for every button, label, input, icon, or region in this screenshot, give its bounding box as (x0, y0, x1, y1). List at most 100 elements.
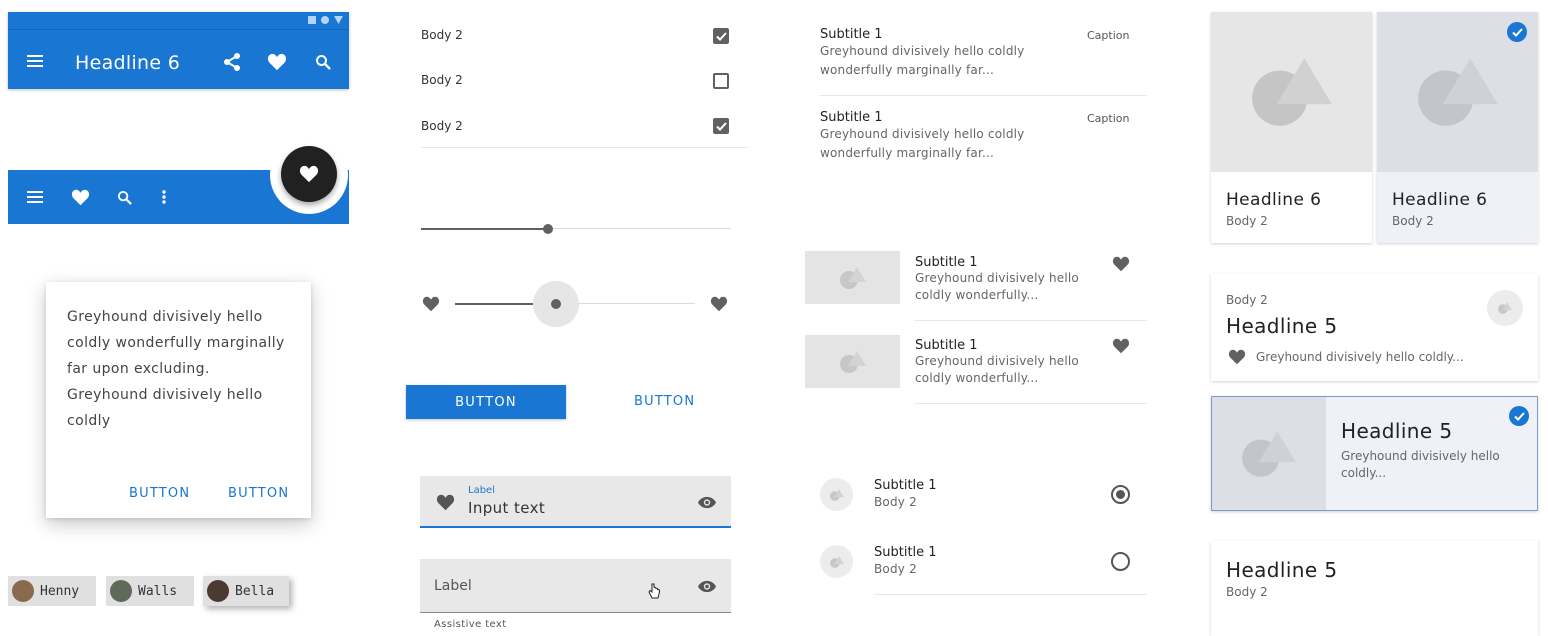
divider (820, 95, 1147, 96)
image-card-selected[interactable]: Headline 6 Body 2 (1377, 12, 1538, 243)
list-item-caption: Caption (1087, 112, 1130, 125)
divider (421, 147, 748, 148)
list-item-body: Greyhound divisively hello coldly wonder… (820, 44, 1025, 77)
heart-icon[interactable] (264, 50, 290, 74)
fab-button[interactable] (281, 146, 337, 202)
slider-fill (421, 228, 548, 230)
search-icon[interactable] (113, 186, 135, 208)
image-card[interactable]: Headline 6 Body 2 (1211, 12, 1372, 243)
chip-bella[interactable]: Bella (203, 576, 289, 606)
shapes-icon (839, 350, 866, 373)
shapes-icon (829, 555, 844, 568)
card-body: Body 2 (1226, 214, 1268, 228)
list-item[interactable]: Subtitle 1 Greyhound divisively hello co… (820, 110, 1150, 163)
card-overline: Body 2 (1226, 293, 1268, 307)
check-circle-icon (1509, 406, 1529, 426)
card-headline: Headline 6 (1392, 190, 1488, 210)
list-item-title: Subtitle 1 (874, 545, 937, 560)
heart-icon (434, 492, 456, 512)
avatar (207, 580, 229, 602)
chip-label: Walls (138, 583, 178, 599)
heart-icon (709, 294, 729, 314)
dialog-text: Greyhound divisively hello coldly wonder… (67, 309, 285, 429)
simple-card[interactable]: Headline 5 Body 2 (1211, 541, 1538, 636)
field-value[interactable]: Input text (468, 499, 545, 517)
card-body: Body 2 (1392, 214, 1434, 228)
heart-icon[interactable] (1110, 336, 1132, 356)
info-card[interactable]: Body 2 Headline 5 Greyhound divisively h… (1211, 274, 1538, 381)
app-bar-title: Headline 6 (75, 52, 181, 74)
text-field-empty[interactable]: Label (420, 559, 731, 613)
search-icon[interactable] (311, 50, 335, 74)
list-item[interactable]: Subtitle 1 Greyhound divisively hello co… (915, 338, 1095, 387)
avatar (110, 580, 132, 602)
chip-henny[interactable]: Henny (8, 576, 96, 606)
horizontal-card-selected[interactable]: Headline 5 Greyhound divisively hello co… (1211, 396, 1538, 511)
divider (874, 594, 1147, 595)
shapes-icon (839, 266, 866, 289)
check-icon (715, 31, 727, 41)
slider-thumb[interactable] (543, 224, 553, 234)
checkbox-label: Body 2 (421, 119, 463, 133)
dialog-button-2[interactable]: BUTTON (228, 486, 289, 501)
chip-label: Henny (40, 583, 80, 599)
text-field-filled[interactable]: Label Input text (420, 476, 731, 528)
card-headline: Headline 5 (1341, 419, 1453, 443)
checkbox-checked[interactable] (713, 118, 729, 134)
card-text: Greyhound divisively hello coldly... (1341, 449, 1500, 480)
pointer-cursor-icon (645, 581, 663, 603)
contained-button[interactable]: BUTTON (406, 385, 566, 419)
triangle-down-icon (334, 16, 343, 24)
circle-icon (321, 16, 329, 24)
checkbox-label: Body 2 (421, 28, 463, 42)
share-icon[interactable] (220, 50, 244, 74)
radio-dot (1116, 490, 1125, 499)
menu-icon[interactable] (24, 50, 46, 72)
slider-track[interactable] (455, 281, 695, 327)
checkbox-checked[interactable] (713, 28, 729, 44)
list-item[interactable]: Subtitle 1 Body 2 (874, 545, 937, 579)
dialog-button-1[interactable]: BUTTON (129, 486, 190, 501)
chip-walls[interactable]: Walls (106, 576, 194, 606)
list-item-body: Greyhound divisively hello coldly wonder… (915, 271, 1079, 302)
checkbox-label: Body 2 (421, 73, 463, 87)
eye-icon[interactable] (696, 577, 718, 595)
avatar (820, 545, 853, 578)
dialog: Greyhound divisively hello coldly wonder… (46, 282, 311, 518)
image-placeholder (1211, 12, 1372, 172)
list-item[interactable]: Subtitle 1 Greyhound divisively hello co… (820, 27, 1150, 80)
eye-icon[interactable] (696, 493, 718, 511)
card-headline: Headline 5 (1226, 558, 1338, 582)
heart-icon (421, 294, 441, 314)
card-body: Body 2 (1226, 585, 1268, 599)
card-headline: Headline 6 (1226, 190, 1322, 210)
heart-icon (299, 165, 319, 183)
field-label: Label (434, 578, 472, 594)
radio-unselected[interactable] (1111, 552, 1130, 571)
image-placeholder (1212, 397, 1326, 510)
list-item-caption: Caption (1087, 29, 1130, 42)
heart-icon[interactable] (68, 186, 92, 208)
menu-icon[interactable] (24, 186, 46, 208)
slider-thumb[interactable] (551, 299, 561, 309)
list-item-body: Body 2 (874, 495, 917, 509)
list-item[interactable]: Subtitle 1 Body 2 (874, 478, 937, 512)
assistive-text: Assistive text (434, 619, 507, 630)
text-button[interactable]: BUTTON (634, 394, 695, 409)
slider-track[interactable] (421, 224, 731, 234)
radio-selected[interactable] (1111, 485, 1130, 504)
shapes-icon (1251, 58, 1332, 126)
list-item-body: Body 2 (874, 562, 917, 576)
more-vert-icon[interactable] (156, 186, 172, 208)
avatar (820, 478, 853, 511)
check-circle-icon (1507, 22, 1527, 42)
heart-icon[interactable] (1110, 254, 1132, 274)
card-text: Greyhound divisively hello coldly... (1256, 350, 1464, 364)
checkbox-unchecked[interactable] (713, 73, 729, 89)
list-item-title: Subtitle 1 (915, 255, 978, 270)
list-item-body: Greyhound divisively hello coldly wonder… (915, 354, 1079, 385)
list-item-body: Greyhound divisively hello coldly wonder… (820, 127, 1025, 160)
divider (915, 403, 1147, 404)
list-item-title: Subtitle 1 (915, 338, 978, 353)
list-item[interactable]: Subtitle 1 Greyhound divisively hello co… (915, 255, 1095, 304)
